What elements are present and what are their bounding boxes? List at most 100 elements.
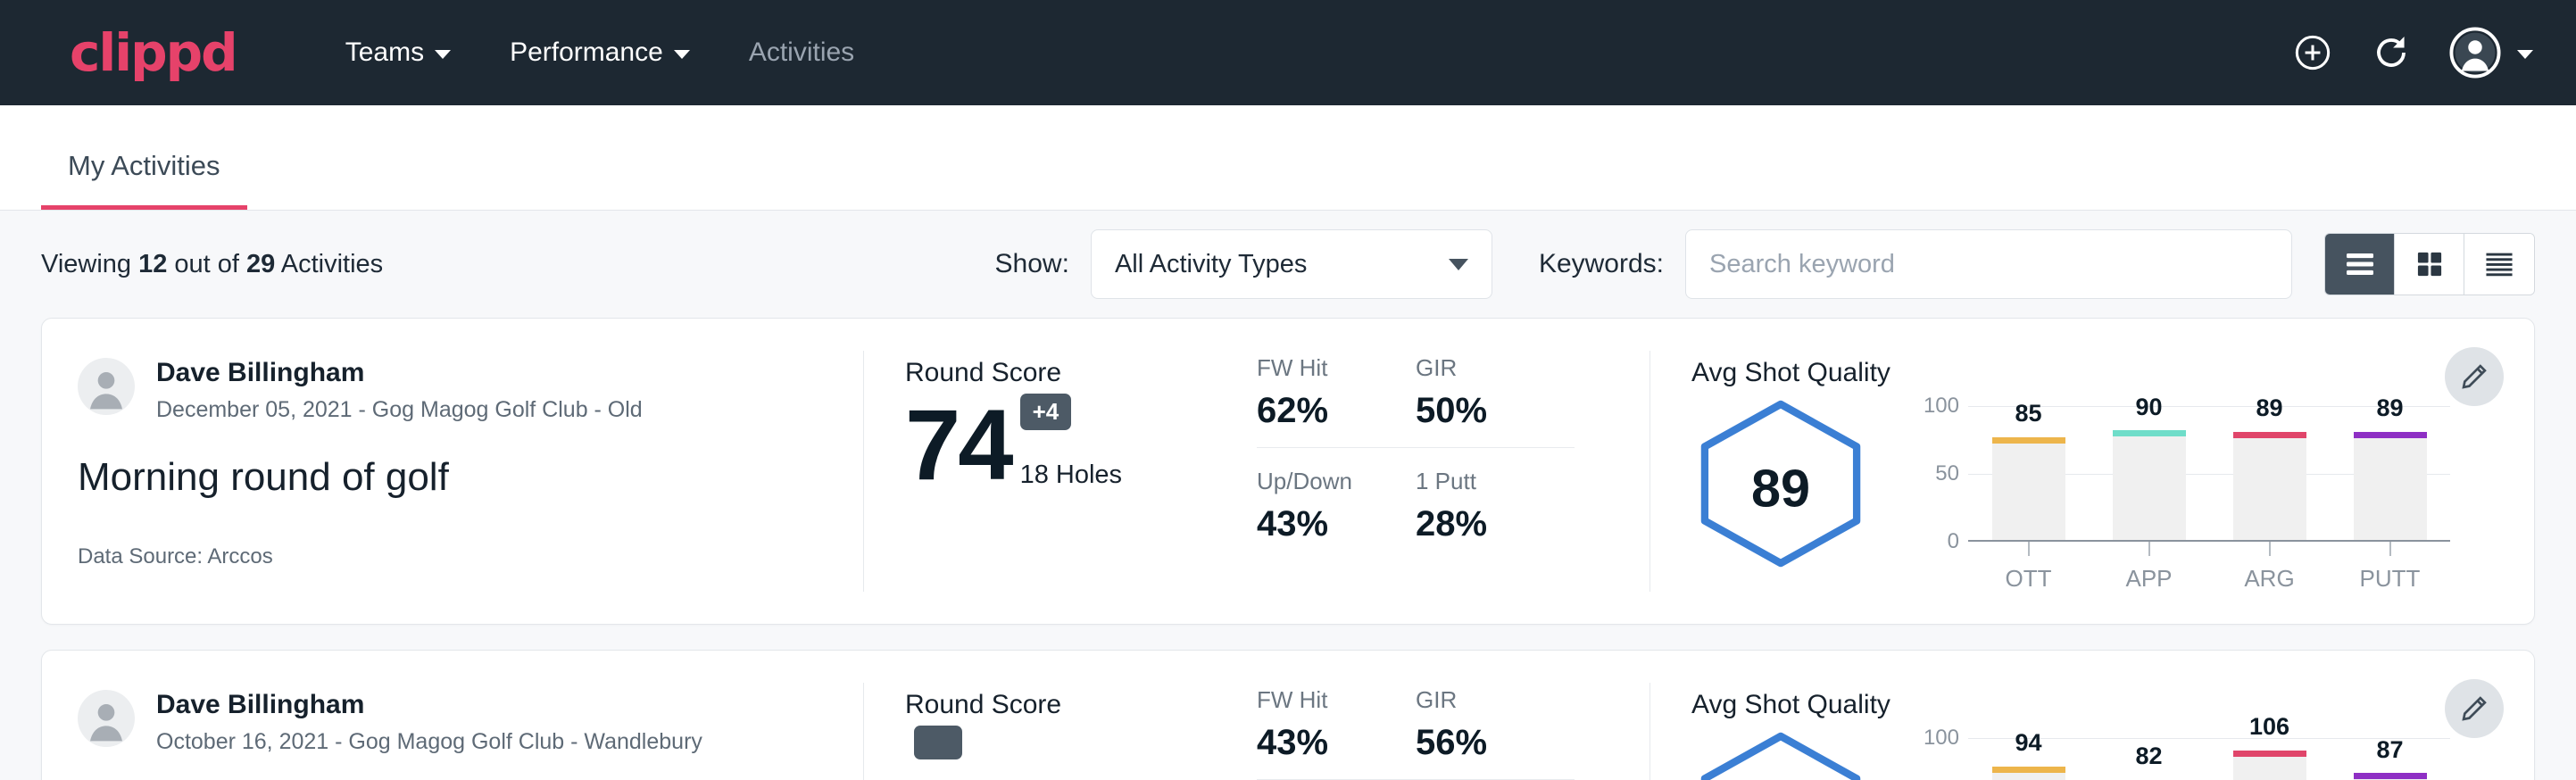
nav-item-performance[interactable]: Performance [490, 25, 710, 80]
view-mode-toggle-group [2324, 233, 2535, 295]
chart-bar-arg [2233, 751, 2306, 780]
chart-bar-arg [2233, 432, 2306, 541]
view-mode-list-button[interactable] [2325, 234, 2395, 295]
activity-card[interactable]: Dave Billingham December 05, 2021 - Gog … [41, 318, 2535, 625]
account-menu-button[interactable] [2449, 27, 2533, 79]
bar-value-label: 89 [2256, 394, 2282, 422]
chart-bar-slot: 82 [2089, 738, 2209, 780]
activity-type-select-value: All Activity Types [1115, 250, 1307, 279]
chart-bar-slot: 106 [2209, 738, 2330, 780]
clippd-logo[interactable]: clippd [70, 27, 237, 79]
chart-bar-ott [1992, 437, 2065, 541]
chart-baseline [1968, 540, 2450, 542]
avatar [78, 690, 135, 747]
activity-card-list: Dave Billingham December 05, 2021 - Gog … [0, 318, 2576, 780]
avg-shot-quality-column: Avg Shot Quality 100 50 0 [1650, 651, 2534, 780]
person-avatar-icon [78, 358, 135, 415]
x-tick-putt: PUTT [2330, 542, 2450, 593]
chart-bar-ott [1992, 767, 2065, 780]
activity-title: Morning round of golf [78, 455, 863, 500]
viewing-suffix: Activities [275, 250, 383, 278]
chevron-down-icon [674, 50, 690, 59]
x-tick-ott: OTT [1968, 542, 2089, 593]
player-row: Dave Billingham December 05, 2021 - Gog … [78, 358, 863, 423]
quality-hexagon [1691, 731, 1870, 780]
stats-column: FW Hit 62% GIR 50% Up/Down 43% 1 Putt 28… [1257, 319, 1649, 624]
viewing-middle: out of [167, 250, 246, 278]
x-label-putt: PUTT [2360, 565, 2421, 593]
stat-gir-label: GIR [1416, 354, 1553, 382]
main-nav-links: Teams Performance Activities [326, 25, 874, 80]
avg-shot-quality-body: 89 100 50 0 [1691, 395, 2534, 593]
stat-gir: GIR 56% [1416, 686, 1575, 780]
bar-value-label: 89 [2376, 394, 2403, 422]
chart-bars: 85 90 [1968, 406, 2450, 540]
stat-one-putt-label: 1 Putt [1416, 468, 1553, 495]
player-text-block: Dave Billingham December 05, 2021 - Gog … [156, 358, 643, 423]
bar-cap-putt [2354, 432, 2427, 438]
stats-grid: FW Hit 62% GIR 50% Up/Down 43% 1 Putt 28… [1257, 354, 1649, 544]
avg-shot-quality-value: 89 [1751, 459, 1810, 519]
stat-fw-hit: FW Hit 62% [1257, 354, 1416, 448]
filter-controls: Show: All Activity Types Keywords: [995, 229, 2535, 299]
nav-item-teams[interactable]: Teams [326, 25, 470, 80]
bar-value-label: 90 [2135, 394, 2162, 421]
chart-plot-area: 85 90 [1968, 406, 2450, 542]
bar-value-label: 94 [2015, 729, 2041, 757]
bar-cap-app [2113, 430, 2186, 436]
round-score-column: Round Score [864, 651, 1257, 780]
chart-bar-slot: 89 [2330, 406, 2450, 540]
tab-my-activities[interactable]: My Activities [41, 150, 247, 210]
y-tick-0: 0 [1948, 529, 1959, 554]
chart-y-axis: 100 50 0 [1913, 738, 1968, 780]
stat-gir-value: 50% [1416, 391, 1553, 431]
activity-type-select[interactable]: All Activity Types [1091, 229, 1492, 299]
x-label-ott: OTT [2006, 565, 2052, 593]
stat-gir-value: 56% [1416, 723, 1553, 763]
avg-shot-quality-column: Avg Shot Quality 89 100 50 0 [1650, 319, 2534, 624]
bar-value-label: 82 [2135, 743, 2162, 770]
search-input[interactable] [1685, 229, 2292, 299]
activity-card[interactable]: Dave Billingham October 16, 2021 - Gog M… [41, 650, 2535, 780]
round-score-column: Round Score 74 +4 18 Holes [864, 319, 1257, 624]
nav-item-teams-label: Teams [345, 37, 424, 68]
add-activity-button[interactable] [2292, 32, 2333, 73]
chart-x-axis: OTT APP ARG [1968, 542, 2450, 593]
account-avatar-icon [2449, 27, 2501, 79]
refresh-button[interactable] [2371, 32, 2412, 73]
round-score-label: Round Score [905, 690, 1257, 720]
activity-meta: December 05, 2021 - Gog Magog Golf Club … [156, 397, 643, 423]
edit-activity-button[interactable] [2445, 679, 2504, 738]
stat-fw-hit-label: FW Hit [1257, 354, 1394, 382]
stat-fw-hit-value: 62% [1257, 391, 1394, 431]
activity-info-column: Dave Billingham December 05, 2021 - Gog … [42, 319, 863, 624]
edit-activity-button[interactable] [2445, 347, 2504, 406]
activity-info-column: Dave Billingham October 16, 2021 - Gog M… [42, 651, 863, 780]
pencil-icon [2459, 361, 2489, 392]
viewing-count: 12 [138, 250, 167, 278]
activity-data-source: Data Source: Arccos [78, 544, 863, 569]
y-tick-50: 50 [1935, 461, 1959, 486]
chevron-down-icon [1449, 259, 1468, 270]
pencil-icon [2459, 693, 2489, 724]
bar-value-label: 87 [2376, 736, 2403, 764]
show-label: Show: [995, 249, 1069, 279]
stat-one-putt: 1 Putt 28% [1416, 448, 1575, 544]
player-row: Dave Billingham October 16, 2021 - Gog M… [78, 690, 863, 755]
chart-bar-slot: 94 [1968, 738, 2089, 780]
chart-bar-putt [2354, 773, 2427, 780]
tick-mark-icon [2389, 542, 2391, 556]
view-mode-grid-button[interactable] [2395, 234, 2464, 295]
bar-cap-putt [2354, 773, 2427, 779]
round-score-label: Round Score [905, 358, 1257, 388]
tick-mark-icon [2269, 542, 2271, 556]
quality-hexagon: 89 [1691, 399, 1870, 573]
nav-item-activities[interactable]: Activities [729, 25, 874, 80]
view-mode-compact-button[interactable] [2464, 234, 2534, 295]
bar-cap-ott [1992, 437, 2065, 444]
stat-gir: GIR 50% [1416, 354, 1575, 448]
activity-meta: October 16, 2021 - Gog Magog Golf Club -… [156, 729, 702, 755]
page-tab-bar: My Activities [0, 105, 2576, 211]
x-label-arg: ARG [2244, 565, 2294, 593]
player-name: Dave Billingham [156, 358, 643, 389]
